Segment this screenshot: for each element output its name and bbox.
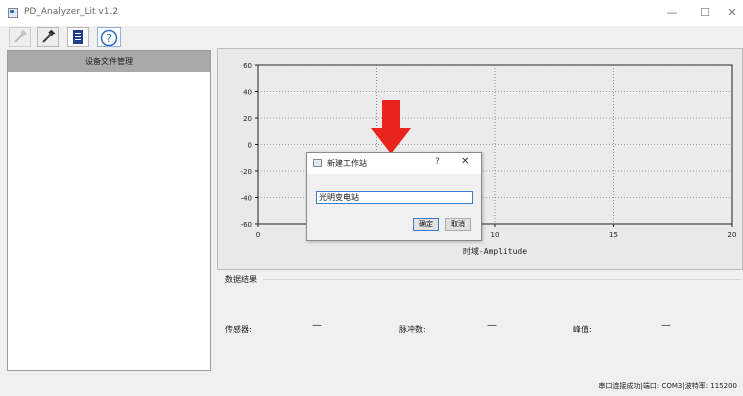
app-icon <box>8 8 18 18</box>
help-icon: ? <box>100 29 118 47</box>
results-title: 数据结果 <box>225 275 257 284</box>
connect-button[interactable] <box>9 27 31 47</box>
status-bar: 串口连接成功|端口: COM3|波特率: 115200 <box>0 377 743 396</box>
y-tick-label: 60 <box>243 62 252 70</box>
y-tick-label: 0 <box>248 142 252 150</box>
x-tick-label: 20 <box>728 231 737 239</box>
device-file-panel-header: 设备文件管理 <box>8 51 210 72</box>
serial-status: 串口连接成功|端口: COM3|波特率: 115200 <box>598 382 738 390</box>
y-axis-ticks: 60 40 20 0 -20 -40 -60 <box>241 62 258 229</box>
peak-value: — <box>661 320 671 331</box>
close-button[interactable]: ✕ <box>718 4 743 22</box>
dialog-app-icon <box>313 159 322 167</box>
dialog-help-button[interactable]: ? <box>435 157 440 167</box>
x-tick-label: 15 <box>609 231 618 239</box>
y-tick-label: 20 <box>243 115 252 123</box>
results-divider <box>263 279 741 280</box>
y-tick-label: -40 <box>241 195 252 203</box>
cancel-button[interactable]: 取消 <box>445 218 471 231</box>
ok-button[interactable]: 确定 <box>413 218 439 231</box>
help-button[interactable]: ? <box>97 27 121 47</box>
minimize-button[interactable]: — <box>658 4 686 22</box>
sensor-label: 传感器: <box>225 325 252 334</box>
title-bar: PD_Analyzer_Lit v1.2 — ☐ ✕ <box>0 0 743 26</box>
x-tick-label: 10 <box>491 231 500 239</box>
device-file-panel: 设备文件管理 <box>7 50 211 371</box>
pulse-count-label: 脉冲数: <box>399 325 426 334</box>
document-button[interactable] <box>67 27 89 47</box>
disconnect-button[interactable] <box>37 27 59 47</box>
peak-label: 峰值: <box>573 325 592 334</box>
workstation-name-input[interactable] <box>316 191 473 204</box>
disconnect-plug-icon <box>42 29 56 43</box>
dialog-close-button[interactable]: ✕ <box>461 156 469 167</box>
results-panel: 数据结果 传感器: — 脉冲数: — 峰值: — <box>217 270 743 371</box>
pulse-count-value: — <box>487 320 497 331</box>
sensor-value: — <box>312 320 322 331</box>
y-tick-label: 40 <box>243 89 252 97</box>
toolbar: ? <box>0 26 743 48</box>
connect-plug-icon <box>14 29 27 43</box>
x-tick-label: 0 <box>256 231 260 239</box>
red-arrow-icon <box>371 100 411 154</box>
x-axis-label: 时域-Amplitude <box>463 246 527 256</box>
dialog-title: 新建工作站 <box>327 159 367 168</box>
y-tick-label: -20 <box>241 168 252 176</box>
y-tick-label: -60 <box>241 221 252 229</box>
window-title: PD_Analyzer_Lit v1.2 <box>24 7 119 17</box>
svg-text:?: ? <box>106 32 112 45</box>
new-workstation-dialog: 新建工作站 ? ✕ 确定 取消 <box>306 152 482 241</box>
maximize-button[interactable]: ☐ <box>691 4 719 22</box>
dialog-title-bar: 新建工作站 ? ✕ <box>307 153 481 174</box>
document-icon <box>73 30 83 44</box>
